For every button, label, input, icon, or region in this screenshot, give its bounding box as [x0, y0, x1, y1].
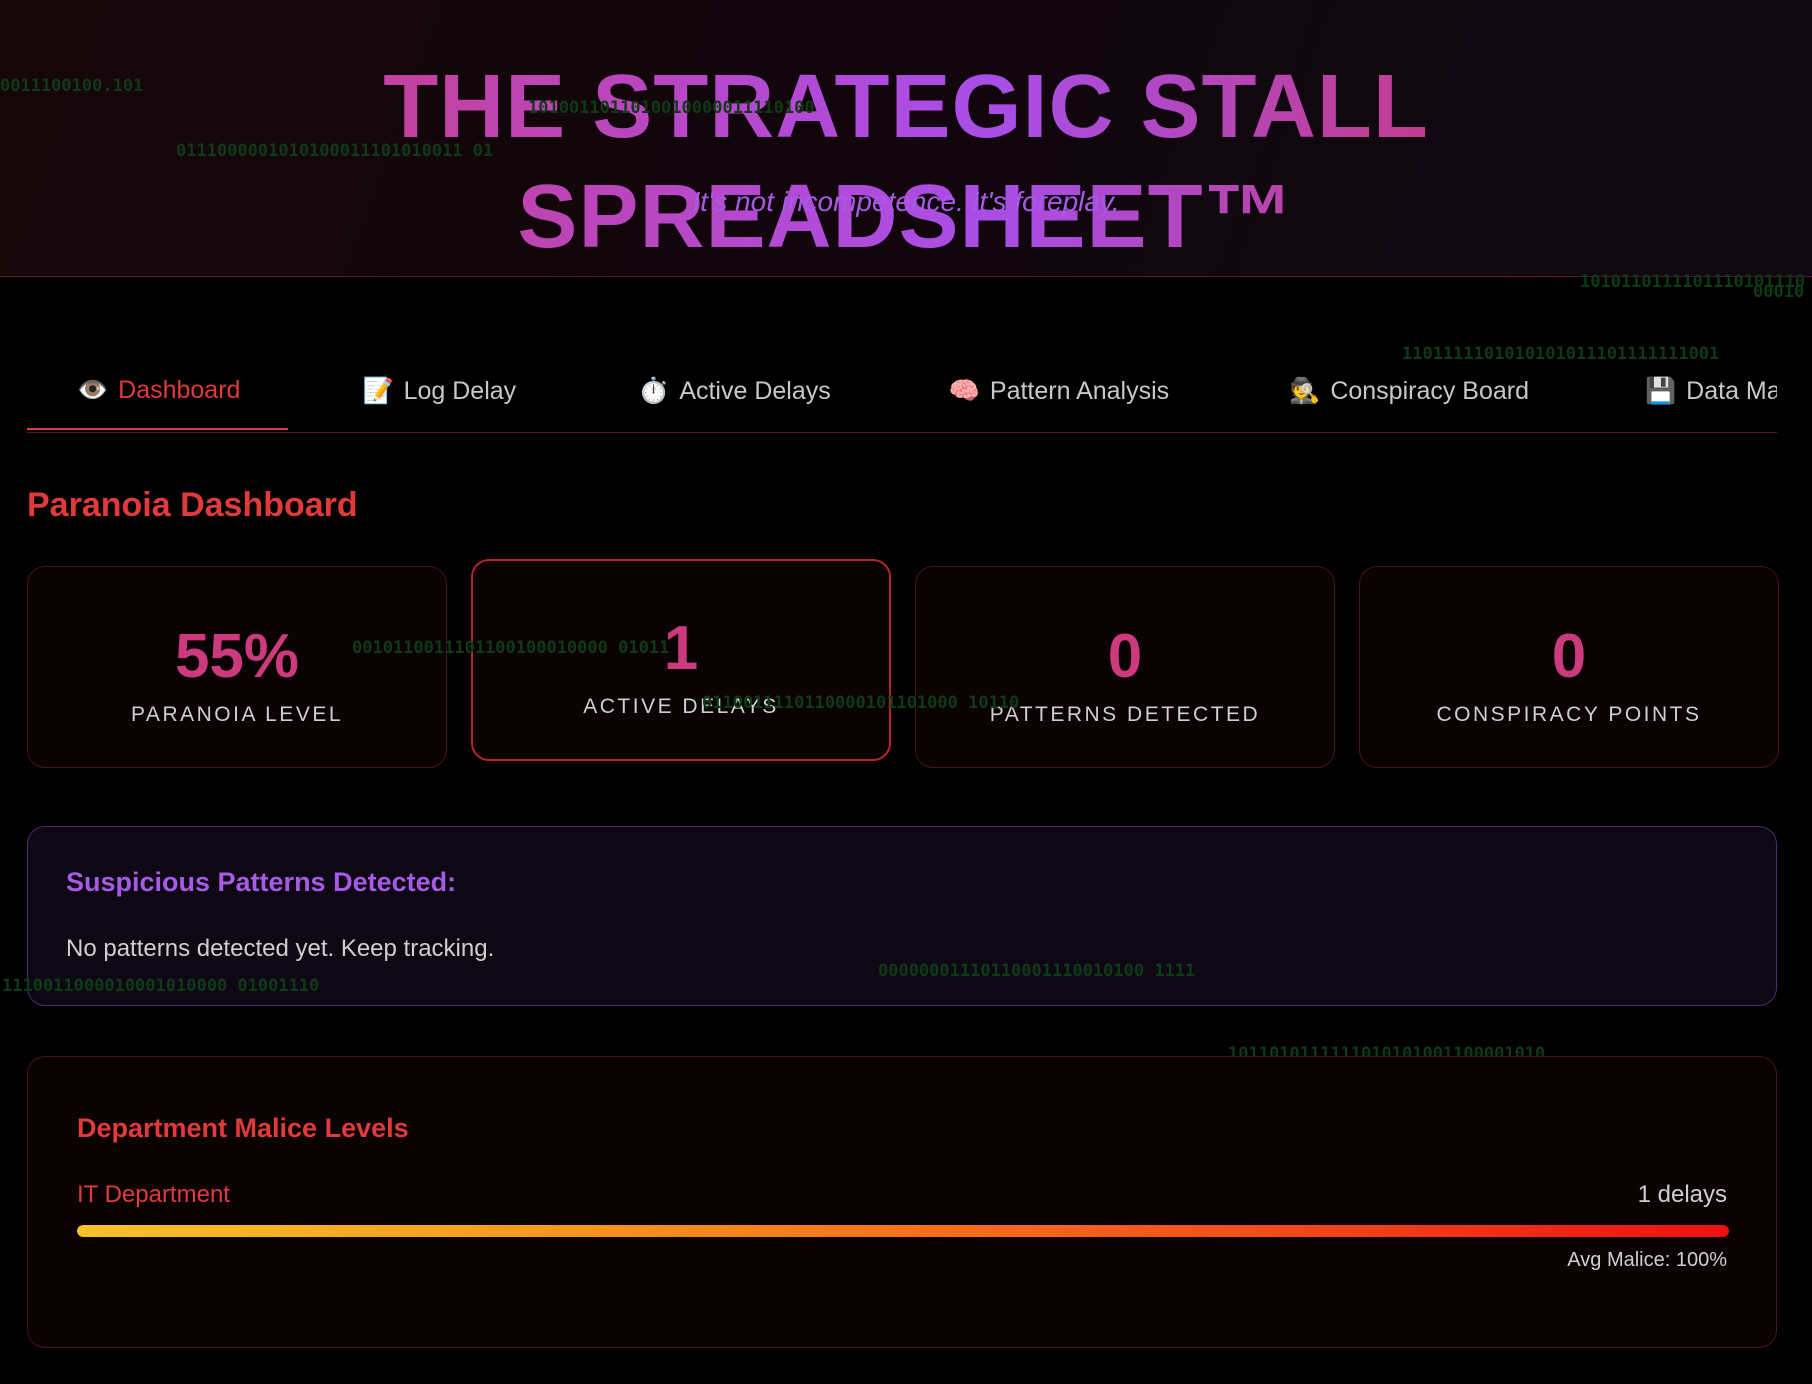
- stopwatch-icon: ⏱️: [638, 376, 670, 405]
- stat-card-conspiracy-points: 0 CONSPIRACY POINTS: [1359, 566, 1779, 768]
- stat-value: 0: [1107, 622, 1143, 691]
- tab-label: Log Delay: [403, 376, 517, 405]
- tab-data-management[interactable]: 💾 Data Ma: [1587, 352, 1777, 430]
- stat-value: 55%: [174, 622, 300, 691]
- eye-icon: 👁️: [77, 375, 109, 404]
- tab-bar: 👁️ Dashboard 📝 Log Delay ⏱️ Active Delay…: [27, 352, 1777, 433]
- binary-background-text: 00010: [1753, 282, 1805, 302]
- tab-label: Data Ma: [1686, 376, 1777, 405]
- stat-cards: 55% PARANOIA LEVEL 1 ACTIVE DELAYS 0 PAT…: [27, 559, 1779, 781]
- stat-card-active-delays: 1 ACTIVE DELAYS: [471, 559, 891, 761]
- patterns-message: No patterns detected yet. Keep tracking.: [66, 935, 495, 962]
- tab-label: Conspiracy Board: [1330, 376, 1530, 405]
- stat-card-patterns-detected: 0 PATTERNS DETECTED: [915, 566, 1335, 768]
- department-name: IT Department: [77, 1181, 230, 1208]
- tab-log-delay[interactable]: 📝 Log Delay: [288, 352, 574, 430]
- tab-label: Pattern Analysis: [989, 376, 1170, 405]
- header-banner: THE STRATEGIC STALL SPREADSHEET™ It's no…: [0, 0, 1812, 277]
- app-subtitle: It's not incompetence. It's foreplay.: [692, 186, 1120, 217]
- tab-label: Active Delays: [679, 376, 831, 405]
- tab-label: Dashboard: [118, 375, 241, 404]
- stat-value: 1: [663, 614, 699, 683]
- stat-label: CONSPIRACY POINTS: [1436, 703, 1702, 726]
- tab-active-delays[interactable]: ⏱️ Active Delays: [574, 352, 889, 430]
- floppy-disk-icon: 💾: [1645, 376, 1677, 405]
- stat-value: 0: [1551, 622, 1587, 691]
- department-delay-count: 1 delays: [1637, 1181, 1727, 1208]
- malice-bar: [77, 1225, 1729, 1237]
- average-malice: Avg Malice: 100%: [1567, 1249, 1727, 1271]
- stat-label: ACTIVE DELAYS: [583, 695, 779, 718]
- app-page: THE STRATEGIC STALL SPREADSHEET™ It's no…: [0, 0, 1812, 1384]
- dashboard-title: Paranoia Dashboard: [27, 486, 358, 524]
- department-malice-panel: Department Malice Levels IT Department 1…: [27, 1056, 1777, 1348]
- tab-pattern-analysis[interactable]: 🧠 Pattern Analysis: [889, 352, 1227, 430]
- malice-bar-fill: [77, 1225, 1729, 1237]
- app-title: THE STRATEGIC STALL SPREADSHEET™: [0, 52, 1812, 272]
- malice-title: Department Malice Levels: [77, 1113, 409, 1143]
- brain-icon: 🧠: [948, 376, 980, 405]
- stat-card-paranoia-level: 55% PARANOIA LEVEL: [27, 566, 447, 768]
- tab-conspiracy-board[interactable]: 🕵️ Conspiracy Board: [1227, 352, 1587, 430]
- memo-icon: 📝: [362, 376, 394, 405]
- tab-dashboard[interactable]: 👁️ Dashboard: [27, 352, 289, 430]
- suspicious-patterns-panel: Suspicious Patterns Detected: No pattern…: [27, 826, 1777, 1006]
- stat-label: PARANOIA LEVEL: [130, 703, 344, 726]
- detective-icon: 🕵️: [1289, 376, 1321, 405]
- stat-label: PATTERNS DETECTED: [989, 703, 1261, 726]
- patterns-title: Suspicious Patterns Detected:: [66, 867, 457, 897]
